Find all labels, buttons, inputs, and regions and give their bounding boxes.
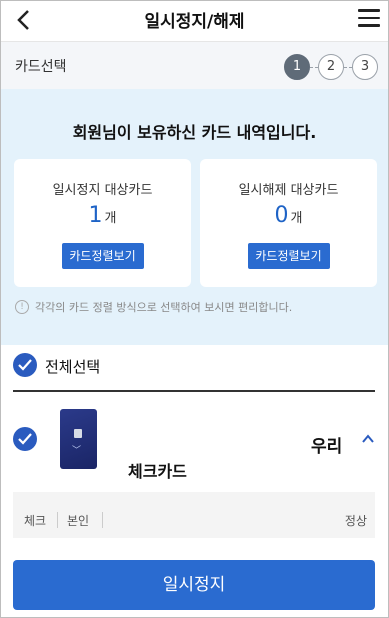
card-logo-icon: ﹀ bbox=[72, 446, 82, 456]
card-summary-panel: 회원님이 보유하신 카드 내역입니다. 일시정지 대상카드 1개 카드정렬보기 … bbox=[1, 89, 388, 345]
tag-separator bbox=[102, 512, 103, 528]
info-icon: ! bbox=[15, 300, 29, 314]
step-label: 카드선택 bbox=[15, 59, 67, 75]
step-connector bbox=[344, 66, 352, 68]
hamburger-menu-icon[interactable] bbox=[358, 9, 380, 29]
card-owner-tag: 본인 bbox=[67, 514, 90, 528]
pause-target-label: 일시정지 대상카드 bbox=[52, 183, 153, 198]
step-1: 1 bbox=[284, 54, 310, 80]
chevron-up-icon[interactable] bbox=[361, 432, 375, 446]
step-indicator: 1 2 3 bbox=[284, 54, 378, 80]
pause-sort-button[interactable]: 카드정렬보기 bbox=[61, 243, 144, 269]
pause-count-number: 1 bbox=[88, 203, 103, 228]
card-detail-panel: 체크 본인 정상 bbox=[13, 492, 375, 538]
card-list-item[interactable]: ﹀ 체크카드 우리 bbox=[1, 396, 388, 488]
section-divider bbox=[13, 390, 375, 392]
card-bank: 우리 bbox=[311, 437, 343, 457]
step-connector bbox=[310, 66, 318, 68]
notice-text: 각각의 카드 정렬 방식으로 선택하여 보시면 편리합니다. bbox=[35, 301, 293, 314]
step-3: 3 bbox=[352, 54, 378, 80]
pause-target-count: 1개 bbox=[14, 203, 191, 228]
select-all-label: 전체선택 bbox=[45, 358, 101, 376]
select-all-row[interactable]: 전체선택 bbox=[1, 345, 388, 391]
release-sort-button[interactable]: 카드정렬보기 bbox=[247, 243, 330, 269]
app-header: 일시정지/해제 bbox=[1, 1, 388, 41]
pause-button[interactable]: 일시정지 bbox=[13, 560, 375, 610]
card-type-tag: 체크 bbox=[24, 514, 47, 528]
release-count-number: 0 bbox=[274, 203, 289, 228]
checkmark-icon[interactable] bbox=[13, 427, 37, 451]
release-target-label: 일시해제 대상카드 bbox=[238, 183, 339, 198]
step-bar: 카드선택 1 2 3 bbox=[1, 41, 388, 89]
pause-count-unit: 개 bbox=[104, 211, 117, 226]
pause-target-box: 일시정지 대상카드 1개 카드정렬보기 bbox=[14, 159, 191, 287]
release-target-count: 0개 bbox=[200, 203, 377, 228]
card-chip-icon bbox=[74, 429, 82, 438]
release-target-box: 일시해제 대상카드 0개 카드정렬보기 bbox=[200, 159, 377, 287]
sort-notice: ! 각각의 카드 정렬 방식으로 선택하여 보시면 편리합니다. bbox=[15, 299, 292, 315]
card-image: ﹀ bbox=[60, 409, 97, 469]
tag-separator bbox=[57, 512, 58, 528]
release-count-unit: 개 bbox=[290, 211, 303, 226]
page-title: 일시정지/해제 bbox=[144, 12, 245, 32]
checkmark-icon[interactable] bbox=[13, 353, 37, 377]
step-2: 2 bbox=[318, 54, 344, 80]
card-name: 체크카드 bbox=[128, 462, 187, 481]
card-status: 정상 bbox=[344, 514, 367, 528]
summary-title: 회원님이 보유하신 카드 내역입니다. bbox=[72, 123, 317, 142]
